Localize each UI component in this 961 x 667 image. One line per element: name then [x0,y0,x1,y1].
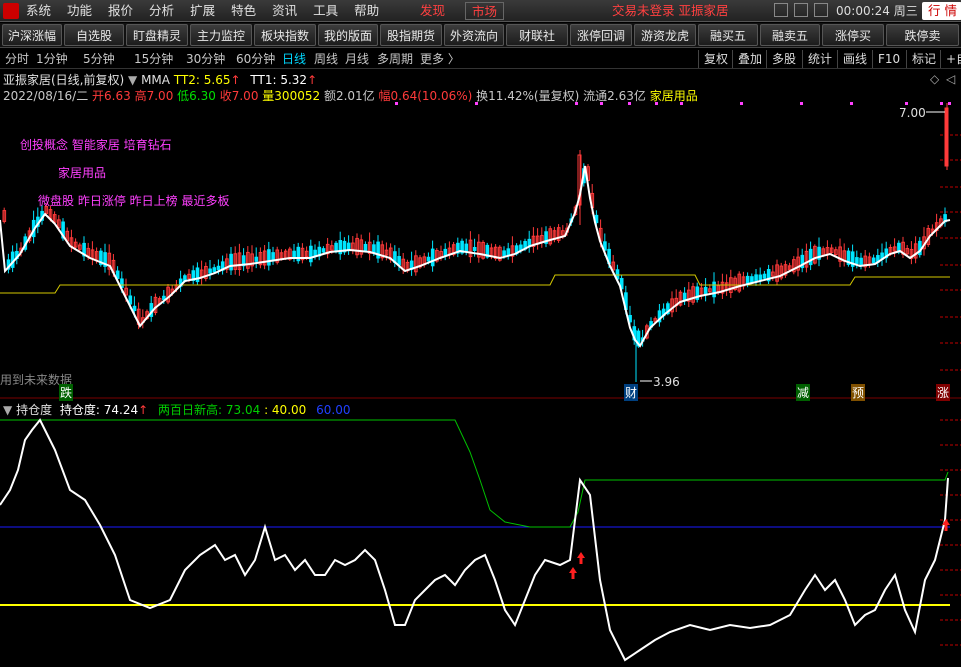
quote-volume: 量300052 [262,89,321,103]
stock-title[interactable]: 亚振家居(日线,前复权) [3,73,124,87]
status-tags: 微盘股 昨日涨停 昨日上榜 最近多板 [38,194,230,208]
concept-tags: 创投概念 智能家居 培育钻石 [20,138,172,152]
industry-tag: 家居用品 [58,166,107,180]
quote-open: 开6.63 [92,89,131,103]
dropdown-icon[interactable]: ▼ [128,73,137,87]
mma-label: MMA [141,73,170,87]
high-price-label: 7.00 [899,106,926,120]
tt2-value: TT2: 5.65 [173,73,231,87]
indicator-level-60: 60.00 [316,403,351,417]
quote-change: 幅0.64(10.06%) [378,89,473,103]
up-arrow-icon: ↑ [138,403,149,417]
quote-high: 高7.00 [134,89,174,103]
quote-date: 2022/08/16/二 [3,89,89,103]
indicator-name[interactable]: 持仓度 [16,403,52,417]
up-arrow-icon: ↑ [230,73,241,87]
tt1-value: TT1: 5.32 [250,73,308,87]
marker-zhang[interactable]: 涨 [936,384,951,401]
up-arrow-icon: ↑ [307,73,318,87]
quote-float: 流通2.63亿 [583,89,646,103]
diamond-icon[interactable]: ◇ [930,72,939,86]
indicator-value: 持仓度: 74.24 [59,403,139,417]
two-hundred-day-high-line [0,419,949,528]
quote-close: 收7.00 [219,89,259,103]
indicator-high200: 两百日新高: 73.04 [158,403,261,417]
quote-amount: 额2.01亿 [323,89,375,103]
marker-jian[interactable]: 减 [796,384,811,401]
marker-die[interactable]: 跌 [59,384,74,401]
marker-yu[interactable]: 预 [851,384,866,401]
quote-turnover: 换11.42%(量复权) [476,89,580,103]
collapse-icon[interactable]: ◁ [946,72,955,86]
indicator-header: ▼ 持仓度 持仓度: 74.24↑ 两百日新高: 73.04 : 40.00 6… [3,401,350,418]
ma-long-line [0,274,950,294]
holding-degree-line [0,418,949,662]
buy-signal-arrows [569,519,950,579]
low-price-label: 3.96 [653,375,680,389]
quote-line: 2022/08/16/二 开6.63 高7.00 低6.30 收7.00 量30… [3,87,698,104]
dropdown-icon[interactable]: ▼ [3,403,12,417]
marker-cai[interactable]: 财 [624,384,639,401]
stock-header: 亚振家居(日线,前复权) ▼ MMA TT2: 5.65↑ TT1: 5.32↑ [3,71,317,88]
indicator-level-40: : 40.00 [264,403,307,417]
quote-sector: 家居用品 [649,89,698,103]
quote-low: 低6.30 [177,89,216,103]
